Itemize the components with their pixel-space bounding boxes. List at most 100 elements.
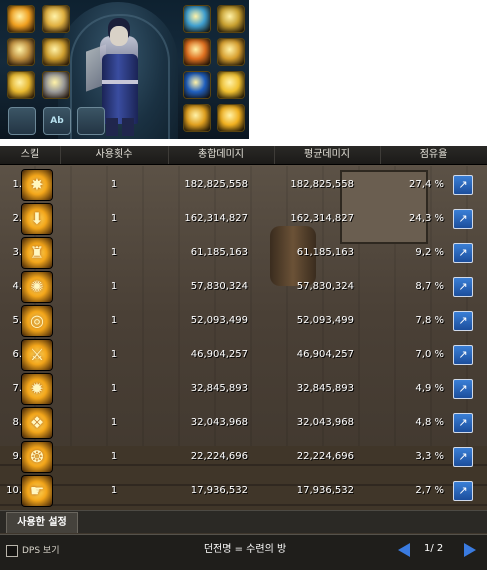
skill-glyph: ❂ bbox=[30, 447, 44, 466]
row-use-count: 1 bbox=[110, 281, 118, 292]
row-share: 8,7 % bbox=[415, 281, 444, 292]
share-arrow-icon: ↗ bbox=[458, 314, 468, 327]
skill-glyph: ✸ bbox=[30, 175, 44, 194]
gear-burst-skill-icon: ✹ bbox=[22, 374, 52, 404]
row-rank: 1. bbox=[12, 179, 22, 190]
prev-page-icon[interactable] bbox=[398, 543, 410, 557]
skill-glyph: ✺ bbox=[30, 277, 44, 296]
gold-talisman-icon[interactable] bbox=[218, 72, 244, 98]
table-row: 7. ✹ 1 32,845,893 32,845,893 4,9 % ↗ bbox=[0, 372, 487, 406]
table-row: 8. ❖ 1 32,043,968 32,043,968 4,8 % ↗ bbox=[0, 406, 487, 440]
share-button[interactable]: ↗ bbox=[453, 379, 473, 399]
header-use-count: 사용횟수 bbox=[60, 146, 169, 164]
gem-cluster-icon[interactable] bbox=[8, 39, 34, 65]
row-average-damage: 61,185,163 bbox=[296, 247, 354, 258]
equipment-button-2[interactable]: Ab bbox=[43, 107, 71, 135]
skill-glyph: ⚔ bbox=[29, 345, 45, 364]
row-average-damage: 52,093,499 bbox=[296, 315, 354, 326]
dps-window: 스킬 사용횟수 총합데미지 평균데미지 점유율 1. ✸ 1 182,825,558 1… bbox=[0, 146, 487, 570]
row-use-count: 1 bbox=[110, 349, 118, 360]
row-total-damage: 46,904,257 bbox=[190, 349, 248, 360]
row-rank: 7. bbox=[12, 383, 22, 394]
share-arrow-icon: ↗ bbox=[458, 246, 468, 259]
share-arrow-icon: ↗ bbox=[458, 450, 468, 463]
green-seal-icon[interactable] bbox=[218, 39, 244, 65]
avatar-belt bbox=[102, 80, 138, 84]
row-average-damage: 57,830,324 bbox=[296, 281, 354, 292]
share-arrow-icon: ↗ bbox=[458, 348, 468, 361]
share-button[interactable]: ↗ bbox=[453, 209, 473, 229]
row-use-count: 1 bbox=[110, 383, 118, 394]
row-use-count: 1 bbox=[110, 179, 118, 190]
explosion-skill-icon: ✸ bbox=[22, 170, 52, 200]
row-total-damage: 57,830,324 bbox=[190, 281, 248, 292]
feather-emblem-icon[interactable] bbox=[184, 105, 210, 131]
avatar-coat bbox=[102, 54, 138, 124]
roman-six-icon[interactable] bbox=[218, 6, 244, 32]
share-button[interactable]: ↗ bbox=[453, 175, 473, 195]
row-share: 4,9 % bbox=[415, 383, 444, 394]
sun-medal-icon[interactable] bbox=[218, 105, 244, 131]
row-rank: 10. bbox=[6, 485, 22, 496]
share-arrow-icon: ↗ bbox=[458, 416, 468, 429]
skill-glyph: ⬇ bbox=[30, 209, 44, 228]
row-use-count: 1 bbox=[110, 315, 118, 326]
avatar-legs bbox=[106, 118, 134, 136]
cyan-blade-icon[interactable] bbox=[184, 6, 210, 32]
row-rank: 5. bbox=[12, 315, 22, 326]
fire-ring-icon[interactable] bbox=[184, 39, 210, 65]
share-button[interactable]: ↗ bbox=[453, 277, 473, 297]
row-total-damage: 182,825,558 bbox=[184, 179, 248, 190]
share-arrow-icon: ↗ bbox=[458, 280, 468, 293]
row-use-count: 1 bbox=[110, 451, 118, 462]
row-share: 3,3 % bbox=[415, 451, 444, 462]
dps-toggle-label: DPS 보기 bbox=[22, 546, 60, 556]
golden-crest-icon[interactable] bbox=[8, 72, 34, 98]
share-button[interactable]: ↗ bbox=[453, 413, 473, 433]
equipment-button-1[interactable] bbox=[8, 107, 36, 135]
dungeon-name: 던전명 = 수련의 방 bbox=[203, 544, 287, 555]
spiral-skill-icon: ◎ bbox=[22, 306, 52, 336]
row-share: 24,3 % bbox=[409, 213, 444, 224]
skill-glyph: ♜ bbox=[29, 243, 45, 262]
table-row: 6. ⚔ 1 46,904,257 46,904,257 7,0 % ↗ bbox=[0, 338, 487, 372]
blue-ring-icon[interactable] bbox=[184, 72, 210, 98]
share-button[interactable]: ↗ bbox=[453, 447, 473, 467]
row-share: 4,8 % bbox=[415, 417, 444, 428]
share-button[interactable]: ↗ bbox=[453, 311, 473, 331]
dps-toggle-checkbox[interactable] bbox=[6, 545, 18, 557]
table-row: 5. ◎ 1 52,093,499 52,093,499 7,8 % ↗ bbox=[0, 304, 487, 338]
header-share: 점유율 bbox=[419, 149, 448, 160]
equipment-button-3[interactable] bbox=[77, 107, 105, 135]
share-button[interactable]: ↗ bbox=[453, 345, 473, 365]
row-use-count: 1 bbox=[110, 213, 118, 224]
flame-orb-skill-icon: ✺ bbox=[22, 272, 52, 302]
share-button[interactable]: ↗ bbox=[453, 243, 473, 263]
row-share: 7,0 % bbox=[415, 349, 444, 360]
tab-bar: 사용한 설정 bbox=[0, 510, 487, 533]
tab-used-settings[interactable]: 사용한 설정 bbox=[6, 512, 78, 533]
share-button[interactable]: ↗ bbox=[453, 481, 473, 501]
skill-glyph: ◎ bbox=[30, 311, 44, 330]
row-rank: 2. bbox=[12, 213, 22, 224]
row-use-count: 1 bbox=[110, 247, 118, 258]
table-row: 4. ✺ 1 57,830,324 57,830,324 8,7 % ↗ bbox=[0, 270, 487, 304]
share-arrow-icon: ↗ bbox=[458, 178, 468, 191]
dark-sigil-icon[interactable] bbox=[43, 39, 69, 65]
avatar-head bbox=[110, 26, 128, 46]
row-total-damage: 22,224,696 bbox=[190, 451, 248, 462]
fire-burst-icon[interactable] bbox=[8, 6, 34, 32]
row-average-damage: 32,043,968 bbox=[296, 417, 354, 428]
down-arrow-skill-icon: ⬇ bbox=[22, 204, 52, 234]
white-helmet-icon[interactable] bbox=[43, 72, 69, 98]
share-arrow-icon: ↗ bbox=[458, 484, 468, 497]
scroll-skill-icon: ❖ bbox=[22, 408, 52, 438]
share-arrow-icon: ↗ bbox=[458, 382, 468, 395]
skill-glyph: ☛ bbox=[29, 481, 45, 500]
row-share: 9,2 % bbox=[415, 247, 444, 258]
row-use-count: 1 bbox=[110, 485, 118, 496]
share-arrow-icon: ↗ bbox=[458, 212, 468, 225]
winged-orb-icon[interactable] bbox=[43, 6, 69, 32]
table-row: 9. ❂ 1 22,224,696 22,224,696 3,3 % ↗ bbox=[0, 440, 487, 474]
next-page-icon[interactable] bbox=[464, 543, 476, 557]
